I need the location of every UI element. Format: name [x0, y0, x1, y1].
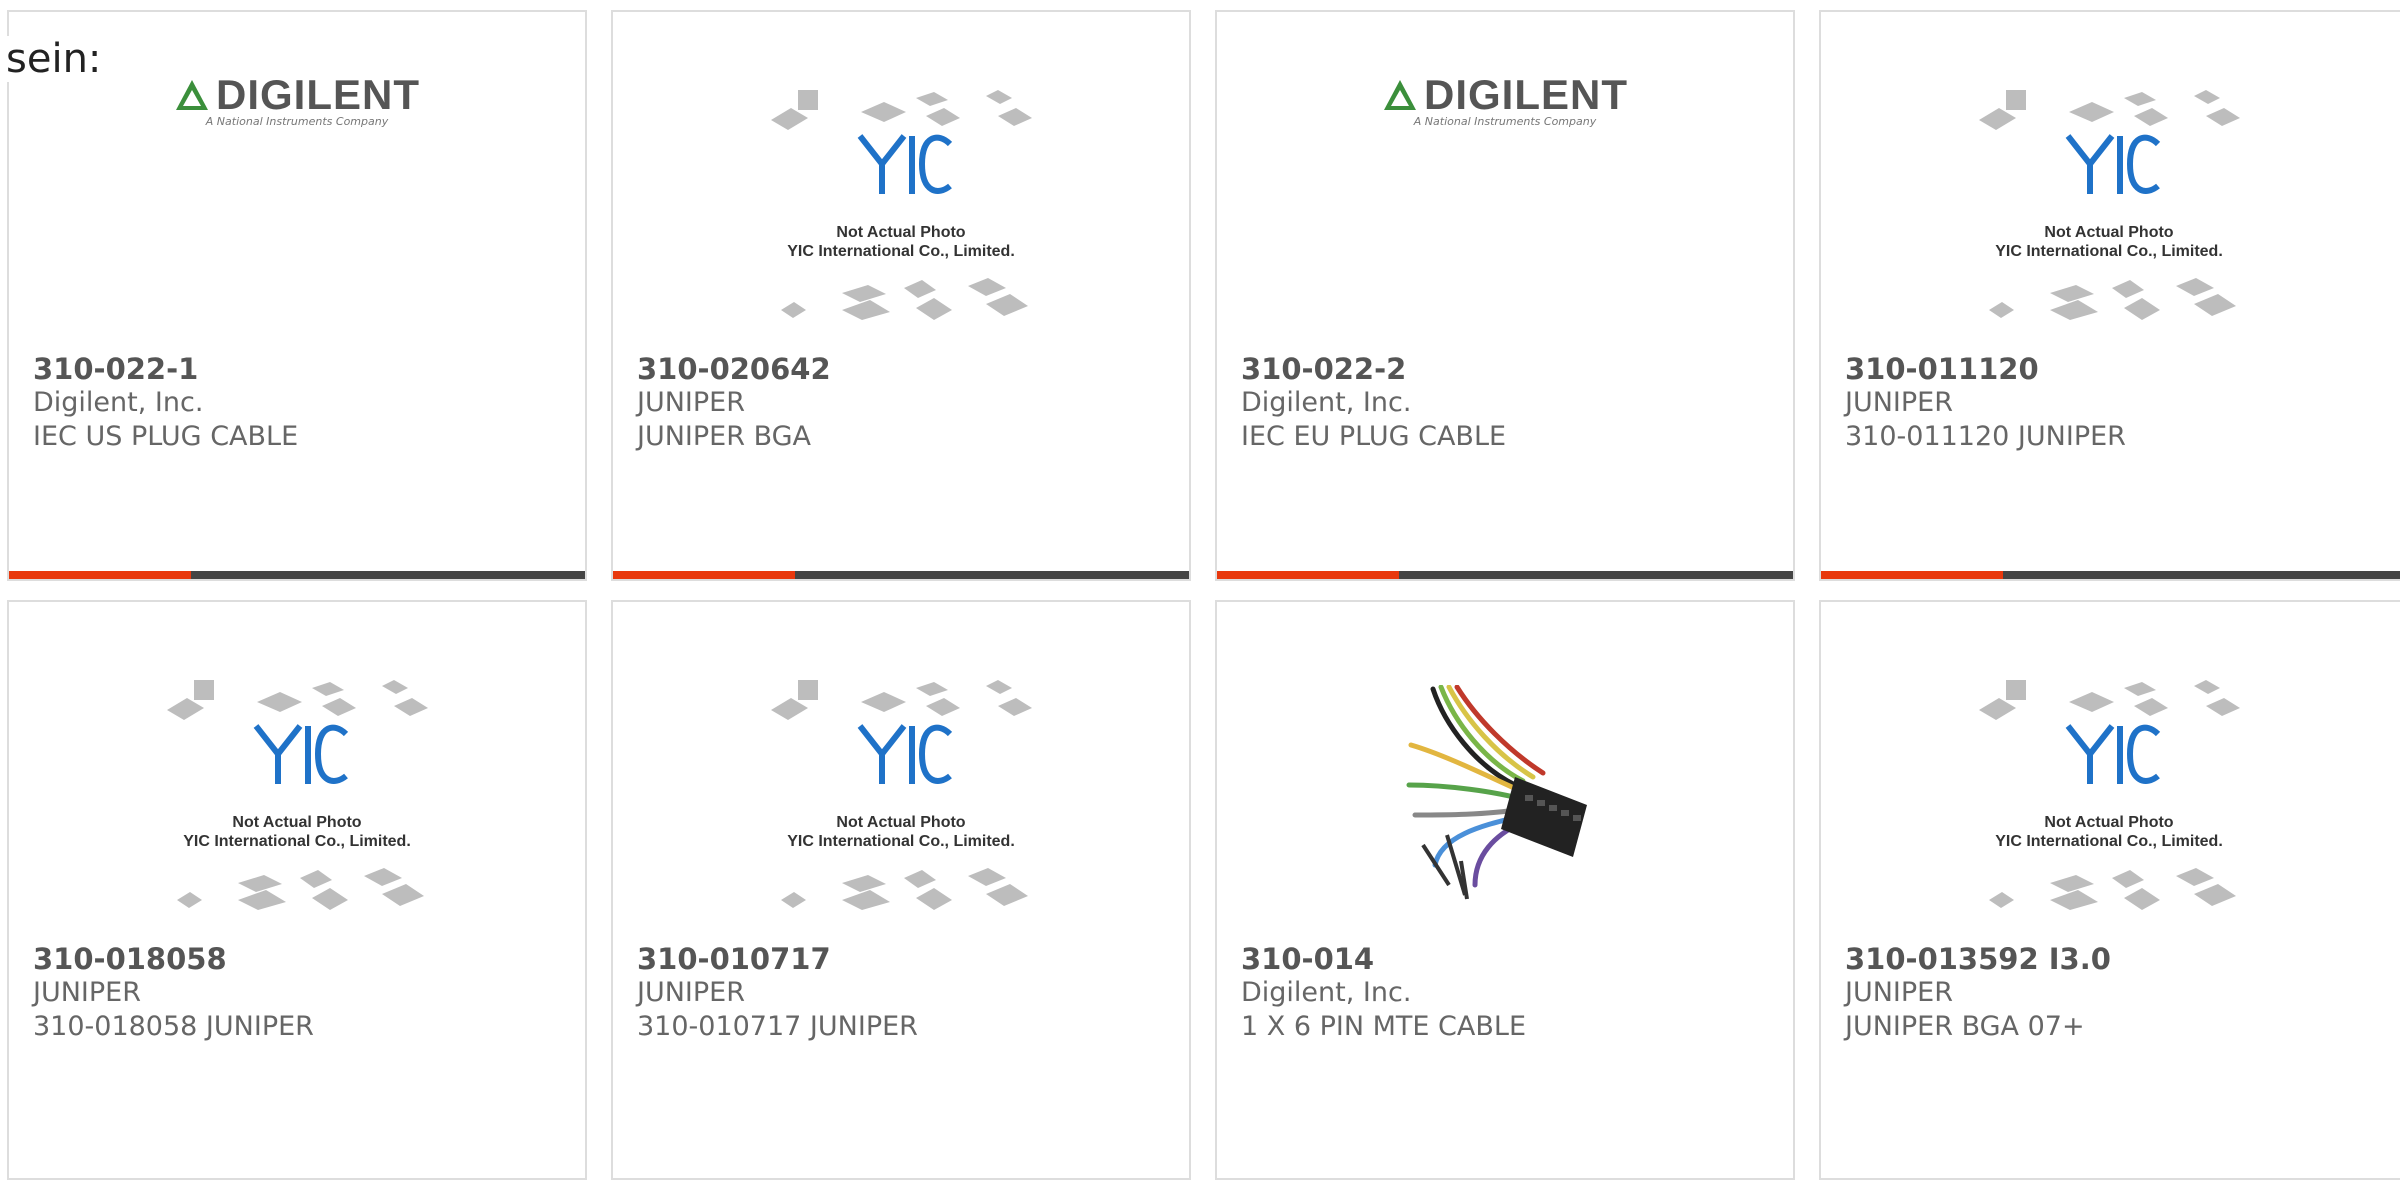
- yic-logo-icon: [2065, 723, 2161, 784]
- caption-line-1: Not Actual Photo: [836, 813, 966, 831]
- part-number[interactable]: 310-022-2: [1241, 352, 1783, 386]
- description: IEC EU PLUG CABLE: [1241, 421, 1507, 452]
- yic-placeholder-image: Not Actual Photo YIC International Co., …: [766, 678, 1036, 918]
- manufacturer: JUNIPER: [1845, 387, 1953, 418]
- description: 310-010717 JUNIPER: [637, 1011, 918, 1042]
- caption-line-1: Not Actual Photo: [2044, 813, 2174, 831]
- product-card[interactable]: Not Actual Photo YIC International Co., …: [611, 600, 1191, 1180]
- product-card[interactable]: DIGILENT A National Instruments Company …: [7, 10, 587, 581]
- yic-logo-icon: [253, 723, 349, 784]
- yic-logo-icon: [2065, 133, 2161, 194]
- card-bar: [613, 571, 1189, 579]
- product-image[interactable]: Not Actual Photo YIC International Co., …: [9, 678, 585, 950]
- caption-line-1: Not Actual Photo: [232, 813, 362, 831]
- description: JUNIPER BGA 07+: [1845, 1011, 2085, 1042]
- caption-line-2: YIC International Co., Limited.: [787, 832, 1015, 850]
- caption-line-2: YIC International Co., Limited.: [787, 242, 1015, 260]
- digilent-triangle-icon: [176, 80, 208, 110]
- digilent-triangle-icon: [1384, 80, 1416, 110]
- product-card[interactable]: 310-014 Digilent, Inc. 1 X 6 PIN MTE CAB…: [1215, 600, 1795, 1180]
- yic-placeholder-image: Not Actual Photo YIC International Co., …: [1974, 678, 2244, 918]
- description: JUNIPER BGA: [637, 421, 812, 452]
- caption-line-2: YIC International Co., Limited.: [1995, 832, 2223, 850]
- product-card[interactable]: Not Actual Photo YIC International Co., …: [7, 600, 587, 1180]
- part-number[interactable]: 310-018058: [33, 942, 575, 976]
- chip-placeholder-icon: [1979, 679, 2240, 910]
- product-image[interactable]: DIGILENT A National Instruments Company: [9, 74, 585, 360]
- lead-text: sein:: [6, 36, 108, 82]
- manufacturer: JUNIPER: [33, 977, 141, 1008]
- product-image[interactable]: [1217, 680, 1793, 950]
- part-number[interactable]: 310-011120: [1845, 352, 2397, 386]
- card-bar: [1217, 571, 1793, 579]
- manufacturer: Digilent, Inc.: [1241, 977, 1412, 1008]
- yic-logo-icon: [857, 723, 953, 784]
- description: 310-011120 JUNIPER: [1845, 421, 2126, 452]
- caption-line-1: Not Actual Photo: [836, 223, 966, 241]
- product-card[interactable]: Not Actual Photo YIC International Co., …: [611, 10, 1191, 581]
- caption-line-2: YIC International Co., Limited.: [1995, 242, 2223, 260]
- card-bar: [9, 571, 585, 579]
- description: IEC US PLUG CABLE: [33, 421, 299, 452]
- wire-cable-photo: [1406, 685, 1587, 900]
- manufacturer: Digilent, Inc.: [33, 387, 204, 418]
- yic-placeholder-image: Not Actual Photo YIC International Co., …: [162, 678, 432, 918]
- description: 1 X 6 PIN MTE CABLE: [1241, 1011, 1527, 1042]
- caption-line-1: Not Actual Photo: [2044, 223, 2174, 241]
- chip-placeholder-icon: [771, 89, 1032, 320]
- yic-logo-icon: [857, 133, 953, 194]
- chip-placeholder-icon: [167, 679, 428, 910]
- card-bar: [1821, 571, 2400, 579]
- part-number[interactable]: 310-013592 I3.0: [1845, 942, 2397, 976]
- product-card[interactable]: DIGILENT A National Instruments Company …: [1215, 10, 1795, 581]
- product-card[interactable]: Not Actual Photo YIC International Co., …: [1819, 600, 2400, 1180]
- yic-placeholder-image: Not Actual Photo YIC International Co., …: [766, 88, 1036, 328]
- yic-placeholder-image: Not Actual Photo YIC International Co., …: [1974, 88, 2244, 328]
- part-number[interactable]: 310-014: [1241, 942, 1783, 976]
- product-image[interactable]: DIGILENT A National Instruments Company: [1217, 74, 1793, 360]
- product-image[interactable]: Not Actual Photo YIC International Co., …: [613, 88, 1189, 360]
- part-number[interactable]: 310-020642: [637, 352, 1179, 386]
- manufacturer: JUNIPER: [637, 977, 745, 1008]
- product-image[interactable]: Not Actual Photo YIC International Co., …: [1821, 88, 2397, 360]
- description: 310-018058 JUNIPER: [33, 1011, 314, 1042]
- chip-placeholder-icon: [771, 679, 1032, 910]
- manufacturer: Digilent, Inc.: [1241, 387, 1412, 418]
- manufacturer: JUNIPER: [637, 387, 745, 418]
- product-card[interactable]: Not Actual Photo YIC International Co., …: [1819, 10, 2400, 581]
- product-image[interactable]: Not Actual Photo YIC International Co., …: [1821, 678, 2397, 950]
- caption-line-2: YIC International Co., Limited.: [183, 832, 411, 850]
- part-number[interactable]: 310-010717: [637, 942, 1179, 976]
- manufacturer: JUNIPER: [1845, 977, 1953, 1008]
- part-number[interactable]: 310-022-1: [33, 352, 575, 386]
- chip-placeholder-icon: [1979, 89, 2240, 320]
- product-image[interactable]: Not Actual Photo YIC International Co., …: [613, 678, 1189, 950]
